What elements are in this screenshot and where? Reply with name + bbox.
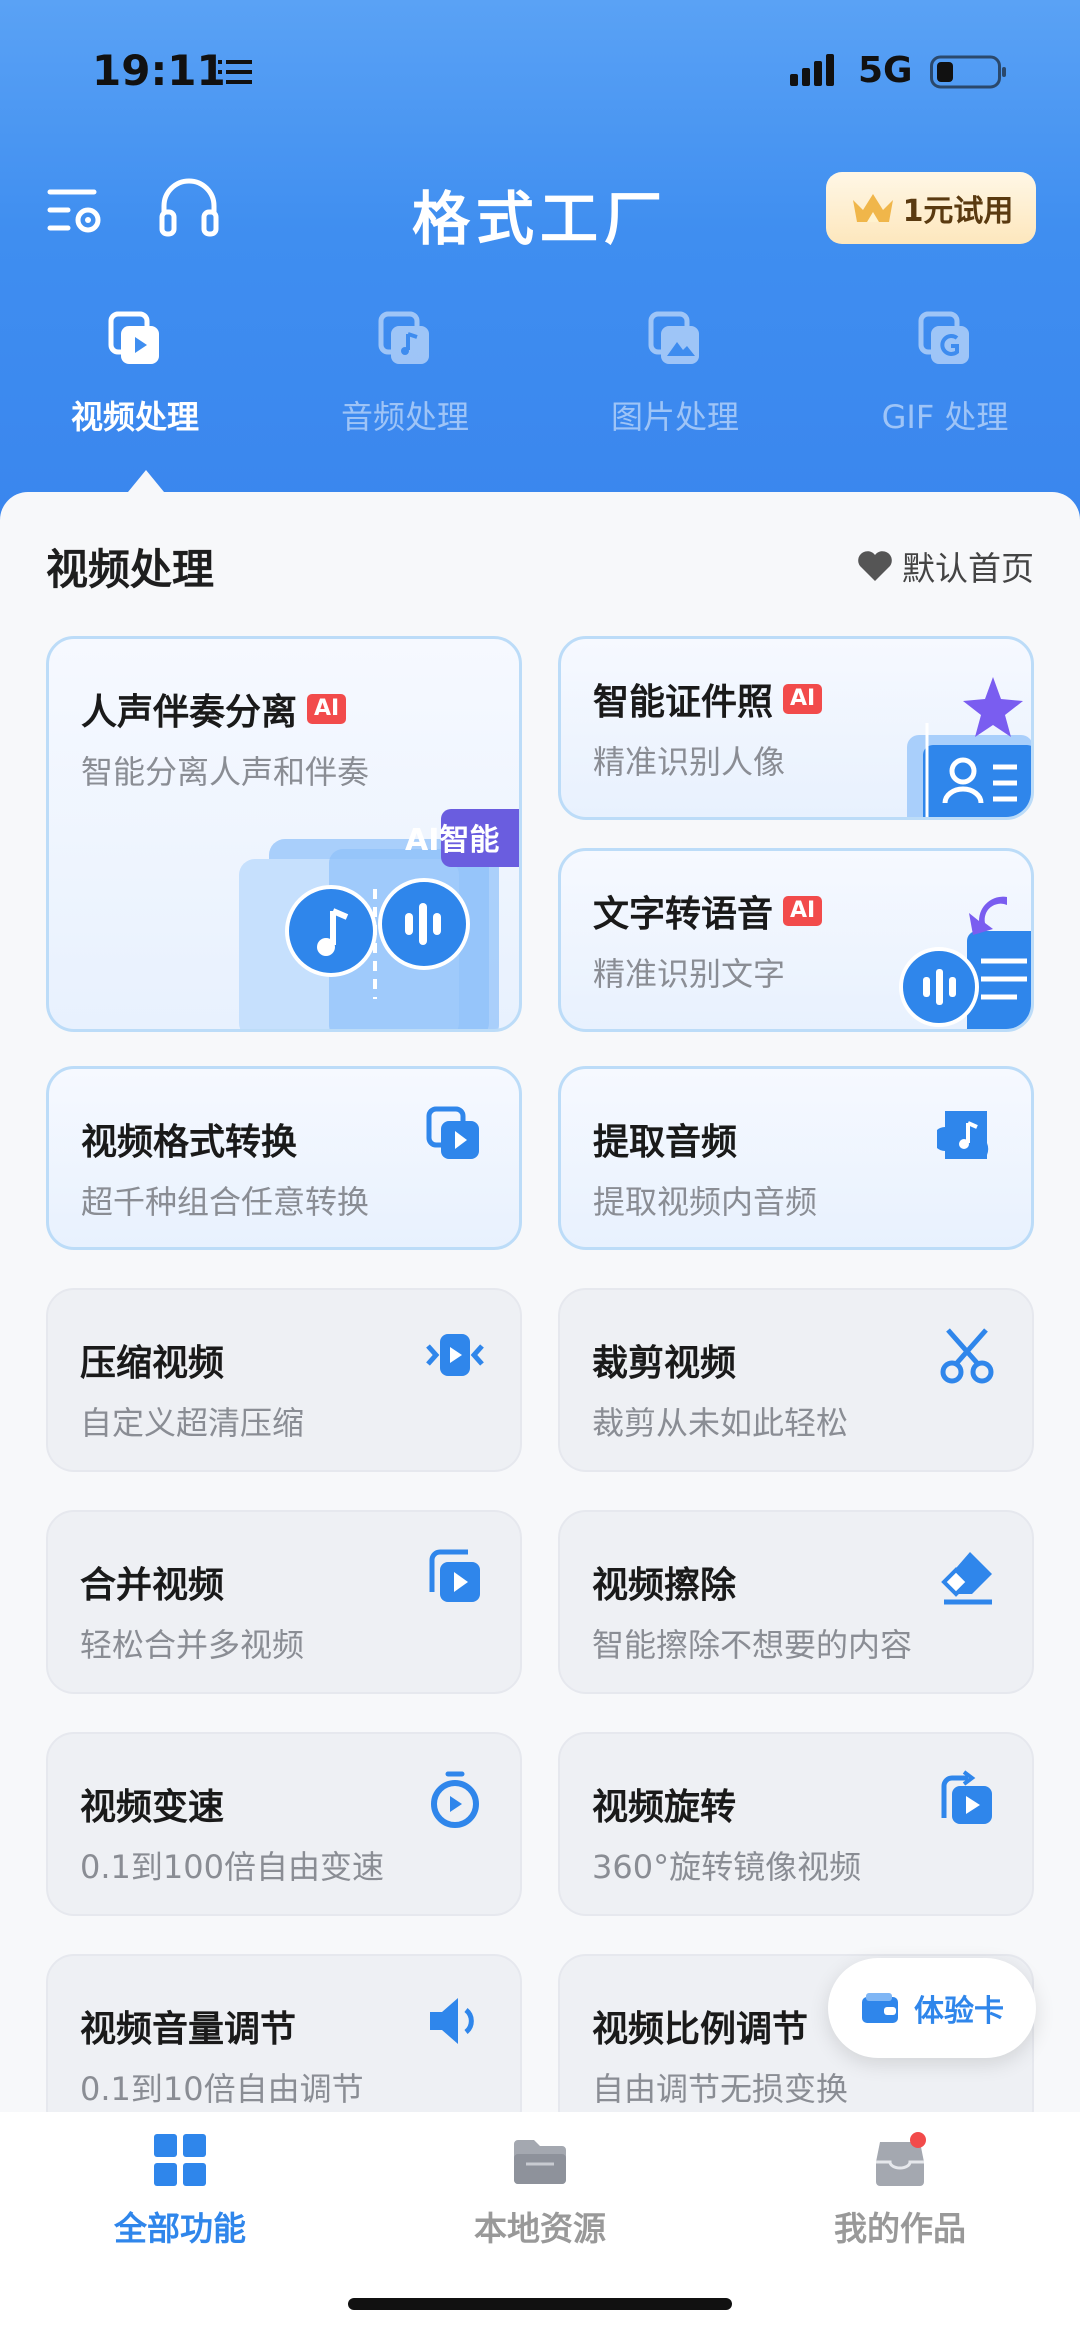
- tool-title: 视频比例调节: [592, 2009, 809, 2050]
- tab-my-works[interactable]: 我的作品: [720, 2132, 1080, 2250]
- section-title: 视频处理: [46, 545, 215, 594]
- tool-card-extract-audio[interactable]: 提取音频 提取视频内音频: [558, 1066, 1034, 1250]
- gif-icon: [918, 311, 969, 364]
- tab-label: GIF 处理: [881, 398, 1009, 436]
- card-title-text: 文字转语音: [593, 894, 774, 935]
- tool-subtitle: 0.1到10倍自由调节: [80, 2070, 364, 2108]
- tool-title: 视频格式转换: [81, 1122, 298, 1163]
- ai-badge: AI: [307, 694, 347, 724]
- tool-title: 合并视频: [80, 1565, 225, 1606]
- tool-card-merge[interactable]: 合并视频 轻松合并多视频: [46, 1510, 522, 1694]
- default-home-label: 默认首页: [902, 549, 1034, 588]
- wallet-icon: [862, 1993, 898, 2023]
- tab-label: 图片处理: [610, 398, 739, 436]
- tool-card-crop[interactable]: 裁剪视频 裁剪从未如此轻松: [558, 1288, 1034, 1472]
- merge-icon: [429, 1549, 480, 1602]
- video-convert-icon: [426, 1106, 479, 1159]
- battery-icon: [930, 55, 1006, 89]
- active-tab-pointer: [128, 470, 164, 492]
- tool-card-rotate[interactable]: 视频旋转 360°旋转镜像视频: [558, 1732, 1034, 1916]
- volume-icon: [430, 1998, 474, 2044]
- grid-icon: [154, 2134, 206, 2186]
- tool-title: 视频擦除: [592, 1565, 737, 1606]
- tool-title: 视频变速: [80, 1787, 225, 1828]
- tool-card-speed[interactable]: 视频变速 0.1到100倍自由变速: [46, 1732, 522, 1916]
- trial-card-label: 体验卡: [914, 1994, 1004, 2029]
- rotate-icon: [941, 1770, 992, 1824]
- music-note-icon: [937, 1111, 989, 1159]
- speed-icon: [431, 1771, 479, 1828]
- tab-label: 视频处理: [70, 398, 199, 436]
- tool-subtitle: 自定义超清压缩: [80, 1404, 305, 1442]
- image-icon: [648, 311, 699, 364]
- ai-smart-label: AI智能: [405, 823, 500, 858]
- trial-button[interactable]: 1元试用: [826, 172, 1036, 244]
- tab-audio[interactable]: 音频处理: [270, 310, 540, 438]
- audio-icon: [378, 311, 429, 364]
- vocal-separation-card[interactable]: 人声伴奏分离 AI 智能分离人声和伴奏 AI智能: [46, 636, 522, 1032]
- card-title: 智能证件照 AI: [593, 673, 823, 725]
- card-title: 文字转语音 AI: [593, 885, 823, 937]
- network-type: 5G: [858, 50, 913, 91]
- tool-subtitle: 自由调节无损变换: [592, 2070, 849, 2108]
- card-title: 人声伴奏分离 AI: [81, 683, 347, 735]
- tab-gif[interactable]: GIF 处理: [810, 310, 1080, 438]
- tool-title: 视频音量调节: [80, 2009, 297, 2050]
- tool-card-erase[interactable]: 视频擦除 智能擦除不想要的内容: [558, 1510, 1034, 1694]
- card-title-text: 人声伴奏分离: [81, 692, 298, 733]
- tool-card-compress[interactable]: 压缩视频 自定义超清压缩: [46, 1288, 522, 1472]
- tool-subtitle: 裁剪从未如此轻松: [592, 1404, 849, 1442]
- status-bar: 19:11 5G: [0, 0, 1080, 140]
- status-time: 19:11: [92, 46, 226, 95]
- ai-badge: AI: [783, 684, 823, 714]
- tab-video[interactable]: 视频处理: [0, 310, 270, 438]
- folder-icon: [514, 2140, 566, 2184]
- content-sheet: 视频处理 默认首页 人声伴奏分离 AI 智能分离人声和伴奏 AI智能 智能证件照…: [0, 492, 1080, 2138]
- tool-title: 压缩视频: [80, 1343, 225, 1384]
- trial-button-label: 1元试用: [902, 194, 1014, 229]
- video-icon: [108, 311, 159, 364]
- tool-subtitle: 智能擦除不想要的内容: [592, 1626, 913, 1664]
- text-to-speech-card[interactable]: 文字转语音 AI 精准识别文字: [558, 848, 1034, 1032]
- id-card-illustration: [907, 677, 1031, 817]
- card-subtitle: 精准识别文字: [593, 955, 786, 993]
- id-photo-card[interactable]: 智能证件照 AI 精准识别人像: [558, 636, 1034, 820]
- tool-title: 提取音频: [593, 1122, 738, 1163]
- card-subtitle: 智能分离人声和伴奏: [81, 753, 370, 791]
- tool-subtitle: 0.1到100倍自由变速: [80, 1848, 384, 1886]
- tool-card-volume[interactable]: 视频音量调节 0.1到10倍自由调节: [46, 1954, 522, 2138]
- card-subtitle: 精准识别人像: [593, 743, 786, 781]
- card-title-text: 智能证件照: [593, 682, 774, 723]
- crown-icon: [852, 194, 893, 222]
- tool-title: 视频旋转: [592, 1787, 737, 1828]
- text-to-speech-illustration: [899, 896, 1031, 1029]
- ai-badge: AI: [783, 896, 823, 926]
- works-icon: [876, 2132, 926, 2186]
- top-bar: 格式工厂 1元试用: [0, 160, 1080, 270]
- category-tabs: 视频处理 音频处理 图片处理 GIF 处理: [0, 310, 1080, 460]
- tool-subtitle: 轻松合并多视频: [80, 1626, 305, 1664]
- eraser-icon: [941, 1552, 992, 1605]
- home-indicator: [348, 2298, 732, 2310]
- tool-title: 裁剪视频: [592, 1343, 737, 1384]
- default-home-toggle[interactable]: 默认首页: [856, 542, 1034, 590]
- tab-label: 全部功能: [114, 2209, 246, 2248]
- tab-label: 我的作品: [834, 2209, 966, 2248]
- tool-subtitle: 提取视频内音频: [593, 1183, 818, 1221]
- tab-label: 音频处理: [340, 398, 469, 436]
- tool-subtitle: 360°旋转镜像视频: [592, 1848, 862, 1886]
- tool-card-video-convert[interactable]: 视频格式转换 超千种组合任意转换: [46, 1066, 522, 1250]
- tab-label: 本地资源: [474, 2209, 606, 2248]
- list-icon: [218, 60, 252, 84]
- compress-icon: [426, 1334, 484, 1376]
- heart-icon: [858, 551, 892, 581]
- tab-image[interactable]: 图片处理: [540, 310, 810, 438]
- trial-card-button[interactable]: 体验卡: [828, 1958, 1036, 2058]
- tab-local-resources[interactable]: 本地资源: [360, 2132, 720, 2250]
- signal-icon: [790, 54, 834, 86]
- scissors-icon: [940, 1328, 994, 1384]
- tool-subtitle: 超千种组合任意转换: [81, 1183, 370, 1221]
- tab-all-features[interactable]: 全部功能: [0, 2132, 360, 2250]
